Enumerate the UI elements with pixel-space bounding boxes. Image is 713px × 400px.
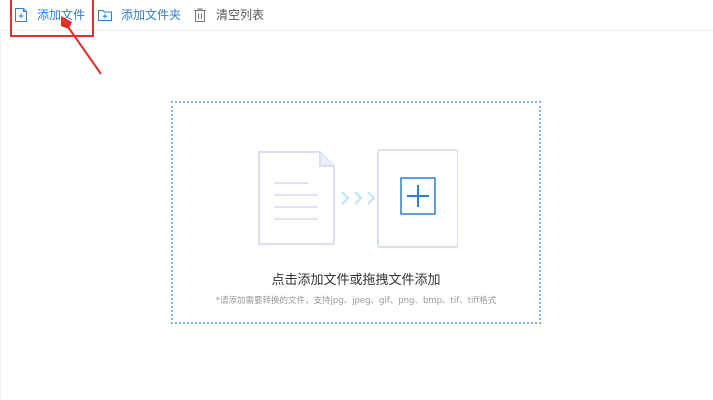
add-card-icon: [377, 149, 458, 248]
drop-zone-hint: *请添加需要转换的文件，支持jpg、jpeg、gif、png、bmp、tif、t…: [215, 296, 497, 306]
clear-list-button[interactable]: 清空列表: [192, 4, 264, 26]
add-folder-label: 添加文件夹: [121, 8, 182, 22]
panel-left-border: [0, 31, 1, 400]
clear-list-label: 清空列表: [216, 8, 265, 22]
add-folder-button[interactable]: 添加文件夹: [97, 4, 181, 26]
drop-zone-title: 点击添加文件或拖拽文件添加: [271, 273, 441, 288]
drop-zone-illustration: [258, 149, 458, 248]
toolbar: 添加文件 添加文件夹 清空列表: [0, 0, 713, 31]
document-icon: [258, 151, 335, 245]
trash-icon: [192, 7, 208, 23]
chevron-right-icon: [341, 191, 376, 205]
folder-plus-icon: [97, 7, 113, 23]
add-file-label: 添加文件: [37, 8, 86, 22]
add-file-button[interactable]: 添加文件: [13, 4, 85, 26]
file-plus-icon: [13, 7, 29, 23]
file-drop-zone[interactable]: 点击添加文件或拖拽文件添加 *请添加需要转换的文件，支持jpg、jpeg、gif…: [171, 101, 541, 324]
